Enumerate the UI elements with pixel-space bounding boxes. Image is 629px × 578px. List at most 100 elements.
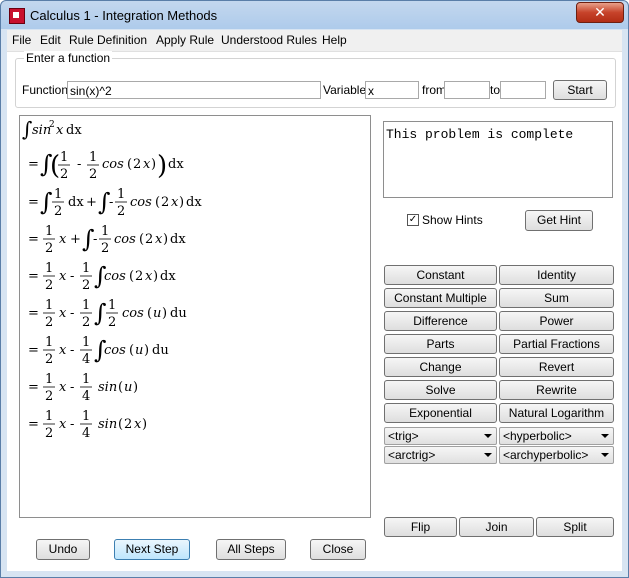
menu-help[interactable]: Help <box>322 33 347 47</box>
status-message-area: This problem is complete <box>383 121 613 198</box>
hyperbolic-dropdown[interactable]: <hyperbolic> <box>499 427 614 445</box>
exponent: 2 <box>49 120 55 130</box>
numerator: 1 <box>82 372 90 387</box>
menu-rule-definition[interactable]: Rule Definition <box>69 33 147 47</box>
start-button[interactable]: Start <box>553 80 607 100</box>
variable-input[interactable]: x <box>365 81 419 99</box>
plus: + <box>70 232 81 247</box>
big-paren-close: ) <box>157 151 167 181</box>
rule-solve-button[interactable]: Solve <box>384 380 497 400</box>
coef: 2 <box>133 157 141 172</box>
step-6: = 1 2 x - 1 2 ∫ 1 2 cos ( u ) du <box>28 298 187 330</box>
paren: ( <box>147 306 152 321</box>
paren: ) <box>179 195 184 210</box>
menu-bar: File Edit Rule Definition Apply Rule Und… <box>7 30 622 52</box>
denominator: 4 <box>82 389 90 404</box>
denominator: 2 <box>54 204 62 219</box>
step-5: = 1 2 x - 1 2 ∫ cos ( 2 x ) dx <box>28 261 176 293</box>
next-step-button[interactable]: Next Step <box>114 539 190 560</box>
function-label: Function <box>22 83 69 97</box>
paren: ) <box>162 306 167 321</box>
paren: ) <box>163 232 168 247</box>
rule-power-button[interactable]: Power <box>499 311 614 331</box>
minus: - <box>70 380 74 395</box>
sin-fn: sin <box>98 380 117 395</box>
close-button[interactable]: Close <box>310 539 366 560</box>
to-input[interactable] <box>500 81 546 99</box>
var: u <box>153 306 161 321</box>
numerator: 1 <box>82 335 90 350</box>
denominator: 2 <box>45 352 53 367</box>
join-button[interactable]: Join <box>459 517 534 537</box>
coef: 2 <box>161 195 169 210</box>
arctrig-dropdown[interactable]: <arctrig> <box>384 446 497 464</box>
paren: ( <box>118 380 123 395</box>
cos-fn: cos <box>104 269 126 284</box>
rule-constant-button[interactable]: Constant <box>384 265 497 285</box>
archyperbolic-dropdown[interactable]: <archyperbolic> <box>499 446 614 464</box>
denominator: 2 <box>117 204 125 219</box>
cos-fn: cos <box>104 343 126 358</box>
archyperbolic-dropdown-value: <archyperbolic> <box>503 448 589 462</box>
var: x <box>145 269 153 284</box>
coef: 2 <box>135 269 143 284</box>
undo-button[interactable]: Undo <box>36 539 90 560</box>
all-steps-button[interactable]: All Steps <box>216 539 286 560</box>
menu-apply-rule[interactable]: Apply Rule <box>156 33 214 47</box>
numerator: 1 <box>45 372 53 387</box>
paren: ) <box>133 380 138 395</box>
show-hints-label: Show Hints <box>422 213 483 227</box>
paren: ( <box>139 232 144 247</box>
minus: - <box>77 157 81 172</box>
to-label: to <box>490 83 501 97</box>
minus: - <box>70 343 74 358</box>
menu-understood-rules[interactable]: Understood Rules <box>221 33 317 47</box>
title-bar[interactable]: Calculus 1 - Integration Methods ✕ <box>1 1 628 29</box>
rule-identity-button[interactable]: Identity <box>499 265 614 285</box>
var: x <box>155 232 163 247</box>
app-icon <box>9 8 25 24</box>
rule-sum-button[interactable]: Sum <box>499 288 614 308</box>
cos-fn: cos <box>130 195 152 210</box>
flip-button[interactable]: Flip <box>384 517 457 537</box>
step-4: = 1 2 x + ∫ - 1 2 cos ( 2 x ) dx <box>28 224 186 256</box>
function-input[interactable]: sin(x)^2 <box>67 81 321 99</box>
rule-parts-button[interactable]: Parts <box>384 334 497 354</box>
denominator: 4 <box>82 352 90 367</box>
trig-dropdown[interactable]: <trig> <box>384 427 497 445</box>
cos-fn: cos <box>114 232 136 247</box>
numerator: 1 <box>101 224 109 239</box>
step-9: = 1 2 x - 1 4 sin ( 2 x ) <box>28 409 147 441</box>
app-window: Calculus 1 - Integration Methods ✕ File … <box>0 0 629 578</box>
rule-difference-button[interactable]: Difference <box>384 311 497 331</box>
menu-edit[interactable]: Edit <box>40 33 61 47</box>
trig-dropdown-value: <trig> <box>388 429 419 443</box>
paren: ) <box>144 343 149 358</box>
denominator: 4 <box>82 426 90 441</box>
solution-steps-panel: ∫ sin 2 x dx = ∫ ( 1 2 - 1 2 cos (2 x)… <box>19 115 371 518</box>
from-input[interactable] <box>444 81 490 99</box>
numerator: 1 <box>54 187 62 202</box>
paren: ) <box>151 157 156 172</box>
chevron-down-icon <box>484 453 492 457</box>
rule-natural-logarithm-button[interactable]: Natural Logarithm <box>499 403 614 423</box>
get-hint-button[interactable]: Get Hint <box>525 210 593 231</box>
window-title: Calculus 1 - Integration Methods <box>30 8 218 23</box>
rule-constant-multiple-button[interactable]: Constant Multiple <box>384 288 497 308</box>
paren: ( <box>155 195 160 210</box>
var: u <box>135 343 143 358</box>
rule-revert-button[interactable]: Revert <box>499 357 614 377</box>
rule-partial-fractions-button[interactable]: Partial Fractions <box>499 334 614 354</box>
numerator: 1 <box>45 298 53 313</box>
equals: = <box>28 195 39 210</box>
menu-file[interactable]: File <box>12 33 31 47</box>
rule-change-button[interactable]: Change <box>384 357 497 377</box>
var: x <box>56 123 64 138</box>
rule-rewrite-button[interactable]: Rewrite <box>499 380 614 400</box>
split-button[interactable]: Split <box>536 517 614 537</box>
show-hints-checkbox[interactable]: ✓ <box>407 214 419 226</box>
rule-exponential-button[interactable]: Exponential <box>384 403 497 423</box>
chevron-down-icon <box>601 434 609 438</box>
close-window-button[interactable]: ✕ <box>576 2 624 23</box>
denominator: 2 <box>45 278 53 293</box>
